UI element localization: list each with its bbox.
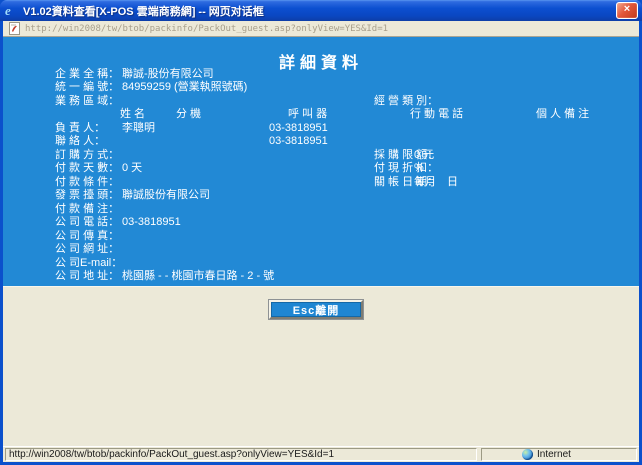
purchase-limit-value: 0 元	[414, 149, 434, 162]
company-name-value: 聯誠-股份有限公司	[122, 68, 214, 81]
field-row-principal: 負 責 人： 李聰明 03-3818951	[3, 122, 639, 135]
field-row-company-address: 公 司 地 址： 桃園縣 - - 桃園市春日路 - 2 - 號	[3, 270, 639, 283]
contact-person-label: 聯 絡 人：	[55, 135, 105, 148]
field-row-uniform-number: 統 一 編 號： 84959259 (營業執照號碼)	[3, 81, 639, 94]
close-icon: ×	[624, 3, 630, 15]
header-extension: 分 機	[176, 108, 201, 121]
address-url: http://win2008/tw/btob/packinfo/PackOut_…	[25, 24, 388, 34]
status-bar: http://win2008/tw/btob/packinfo/PackOut_…	[3, 446, 639, 462]
esc-close-button[interactable]: Esc離開	[269, 300, 363, 319]
business-category-label: 經 營 類 別：	[374, 95, 438, 108]
company-web-label: 公 司 網 址：	[55, 243, 119, 256]
business-area-label: 業 務 區 域：	[55, 95, 119, 108]
ie-logo-icon: e	[5, 4, 19, 18]
company-fax-label: 公 司 傳 真：	[55, 230, 119, 243]
field-row-business-area: 業 務 區 域： 經 營 類 別：	[3, 95, 639, 108]
company-name-label: 企 業 全 稱：	[55, 68, 119, 81]
company-address-label: 公 司 地 址：	[55, 270, 119, 283]
uniform-number-label: 統 一 編 號：	[55, 81, 119, 94]
invoice-title-value: 聯誠股份有限公司	[122, 189, 210, 202]
contact-table-header: 姓 名 分 機 呼 叫 器 行 動 電 話 個 人 備 注	[3, 108, 639, 121]
company-email-label: 公 司E-mail：	[55, 257, 122, 270]
field-row-company-email: 公 司E-mail：	[3, 257, 639, 270]
principal-label: 負 責 人：	[55, 122, 105, 135]
field-row-company-name: 企 業 全 稱： 聯誠-股份有限公司	[3, 68, 639, 81]
header-mobile: 行 動 電 話	[410, 108, 463, 121]
field-row-company-phone: 公 司 電 話： 03-3818951	[3, 216, 639, 229]
zone-label: Internet	[537, 449, 571, 460]
order-method-label: 訂 購 方 式：	[55, 149, 119, 162]
address-bar: http://win2008/tw/btob/packinfo/PackOut_…	[3, 21, 639, 37]
payment-terms-label: 付 款 條 件：	[55, 176, 119, 189]
internet-globe-icon	[522, 449, 533, 460]
header-name: 姓 名	[120, 108, 145, 121]
company-address-value: 桃園縣 - - 桃園市春日路 - 2 - 號	[122, 270, 274, 283]
company-phone-value: 03-3818951	[122, 216, 181, 229]
window-title: V1.02資料查看[X-POS 雲端商務網] -- 网页对话框	[23, 3, 616, 19]
header-pager: 呼 叫 器	[288, 108, 327, 121]
footer-panel: Esc離開	[3, 286, 639, 446]
payment-days-label: 付 款 天 數：	[55, 162, 119, 175]
cash-discount-value: %	[414, 162, 424, 175]
payment-note-label: 付 款 備 注：	[55, 203, 119, 216]
field-row-invoice-title: 發 票 擡 頭： 聯誠股份有限公司	[3, 189, 639, 202]
field-row-payment-note: 付 款 備 注：	[3, 203, 639, 216]
contact-person-pager: 03-3818951	[269, 135, 328, 148]
status-zone-field: Internet	[481, 448, 637, 461]
field-row-contact-person: 聯 絡 人： 03-3818951	[3, 135, 639, 148]
payment-days-value: 0 天	[122, 162, 142, 175]
principal-name: 李聰明	[122, 122, 155, 135]
header-personal-note: 個 人 備 注	[536, 108, 589, 121]
title-bar[interactable]: e V1.02資料查看[X-POS 雲端商務網] -- 网页对话框 ×	[0, 0, 642, 21]
company-phone-label: 公 司 電 話：	[55, 216, 119, 229]
field-row-payment-days: 付 款 天 數： 0 天 付 現 折 扣： %	[3, 162, 639, 175]
closing-date-value: 每月 日	[414, 176, 458, 189]
close-button[interactable]: ×	[616, 2, 638, 19]
field-row-company-fax: 公 司 傳 真：	[3, 230, 639, 243]
field-row-order-method: 訂 購 方 式： 採 購 限 額： 0 元	[3, 149, 639, 162]
detail-panel: 詳細資料 企 業 全 稱： 聯誠-股份有限公司 統 一 編 號： 8495925…	[3, 37, 639, 286]
invoice-title-label: 發 票 擡 頭：	[55, 189, 119, 202]
field-row-company-web: 公 司 網 址：	[3, 243, 639, 256]
uniform-number-value: 84959259 (營業執照號碼)	[122, 81, 247, 94]
field-row-payment-terms: 付 款 條 件： 關 帳 日 期： 每月 日	[3, 176, 639, 189]
status-url: http://win2008/tw/btob/packinfo/PackOut_…	[5, 448, 477, 461]
principal-pager: 03-3818951	[269, 122, 328, 135]
cash-discount-label: 付 現 折 扣：	[374, 162, 438, 175]
asp-page-icon	[9, 22, 20, 35]
